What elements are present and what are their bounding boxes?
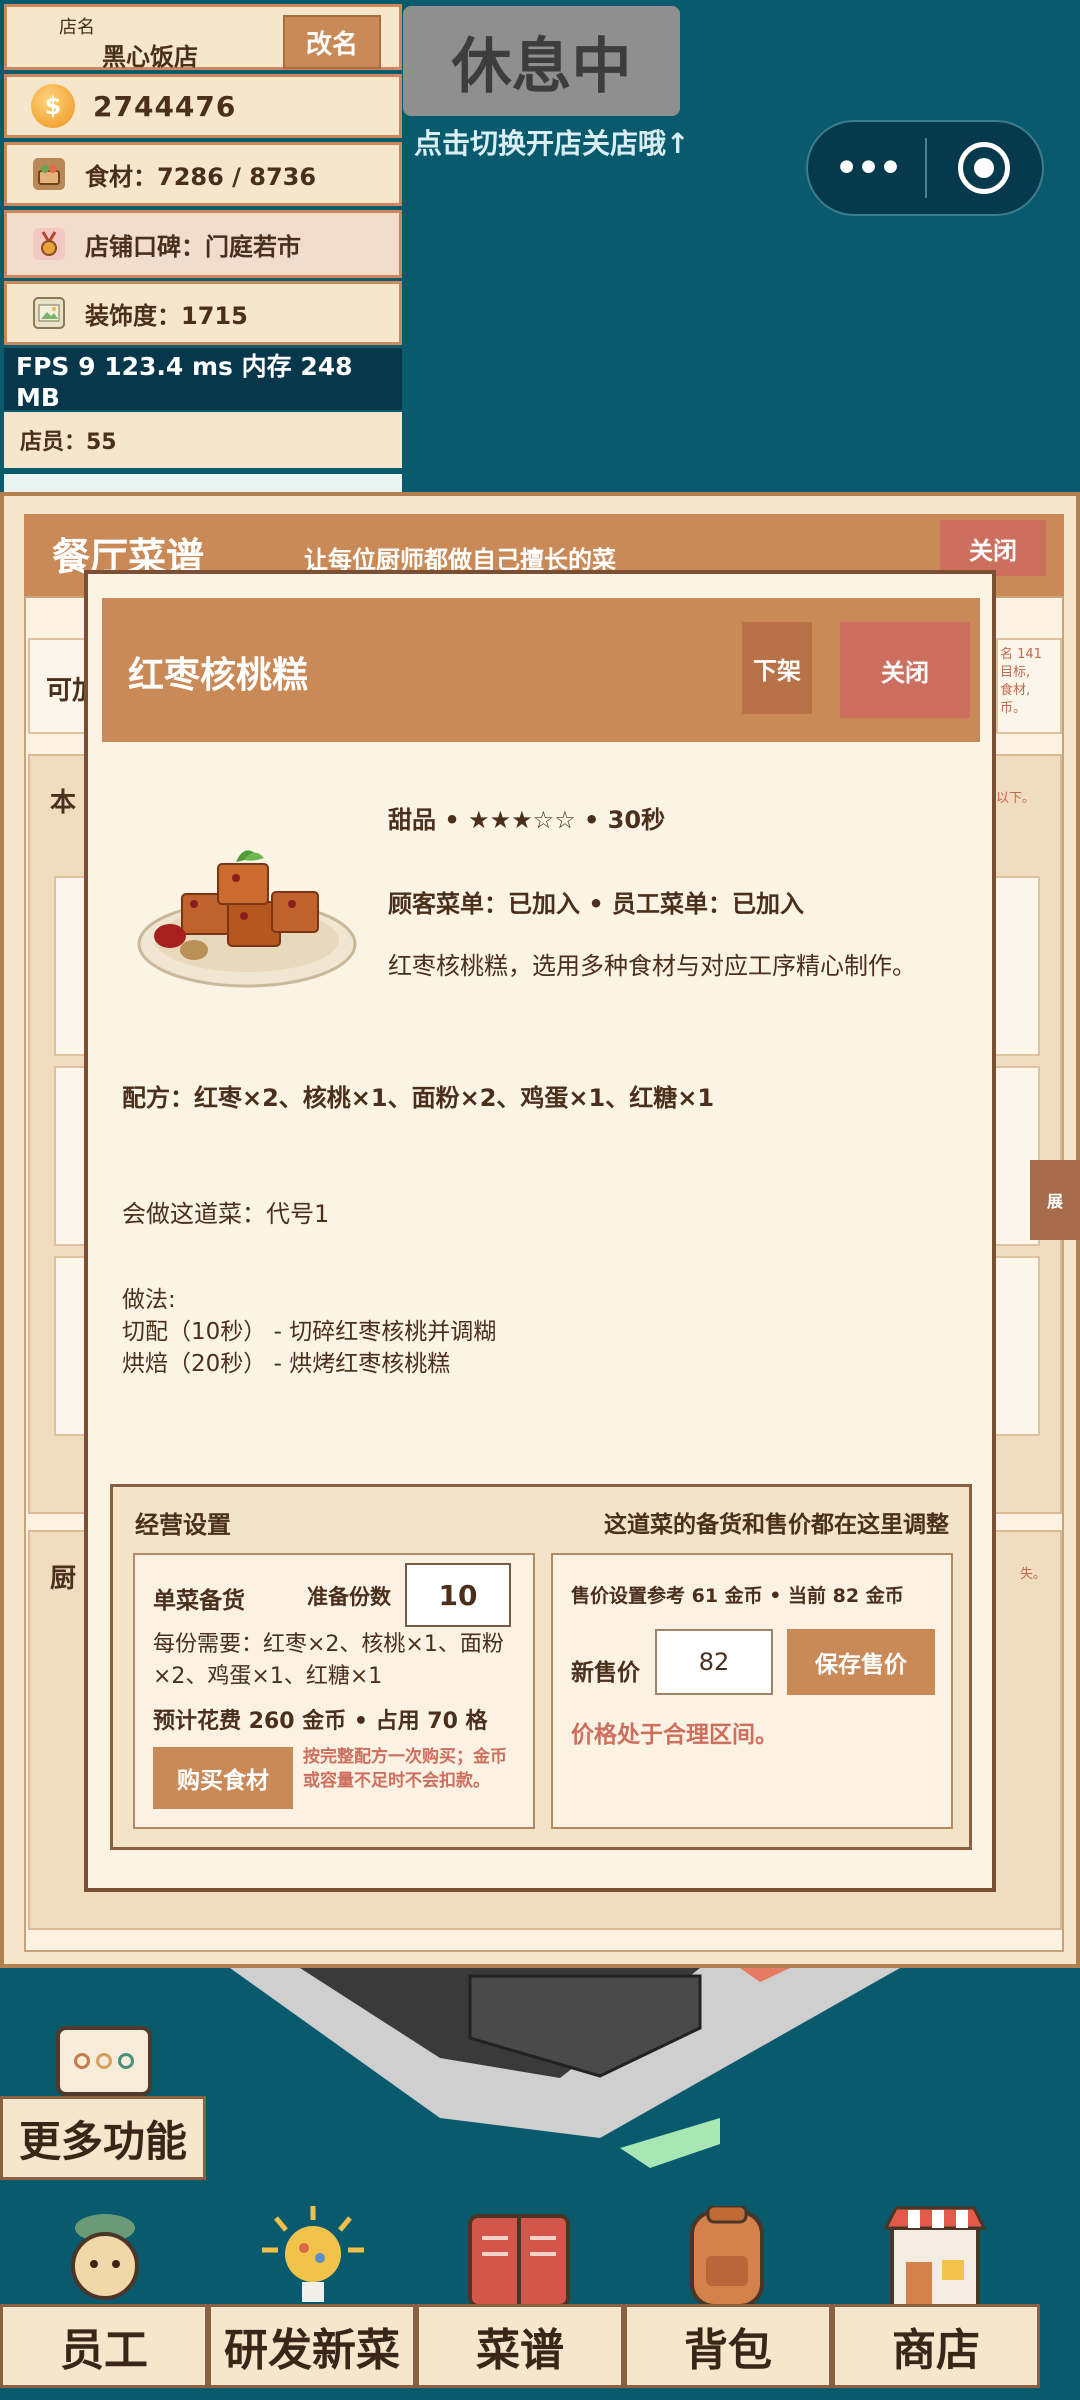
staff-count: 店员：55 xyxy=(4,412,402,468)
section-note: 以下。 xyxy=(996,791,1036,806)
section-label: 本 xyxy=(50,788,77,818)
business-settings-title: 经营设置 xyxy=(135,1511,231,1539)
buy-note: 按完整配方一次购买；金币或容量不足时不会扣款。 xyxy=(303,1747,507,1791)
picture-icon xyxy=(33,297,65,329)
dish-image xyxy=(132,824,362,994)
rename-button[interactable]: 改名 xyxy=(283,15,381,69)
more-functions-icon[interactable] xyxy=(56,2026,152,2096)
unlist-dish-button[interactable]: 下架 xyxy=(742,622,812,714)
decoration-score: 装饰度：1715 xyxy=(85,301,248,330)
more-functions-button[interactable]: 更多功能 xyxy=(0,2096,206,2180)
reputation: 店铺口碑：门庭若市 xyxy=(85,232,301,261)
quantity-input[interactable]: 10 xyxy=(405,1563,511,1627)
dish-detail-close-button[interactable]: 关闭 xyxy=(840,622,970,718)
dish-cooks: 会做这道菜：代号1 xyxy=(122,1200,330,1228)
new-price-label: 新售价 xyxy=(571,1660,640,1686)
nav-research-button[interactable]: 研发新菜 xyxy=(208,2304,416,2388)
dish-menu-status: 顾客菜单：已加入 • 员工菜单：已加入 xyxy=(388,890,805,918)
quantity-label: 准备份数 xyxy=(307,1585,391,1609)
nav-recipes-button[interactable]: 菜谱 xyxy=(416,2304,624,2388)
nav-shop-button[interactable]: 商店 xyxy=(832,2304,1040,2388)
method-title: 做法: xyxy=(122,1287,176,1313)
dish-recipe: 配方：红枣×2、核桃×1、面粉×2、鸡蛋×1、红糖×1 xyxy=(122,1084,715,1112)
food-capacity: 食材：7286 / 8736 xyxy=(85,162,317,191)
coin-balance: 2744476 xyxy=(93,89,237,123)
fps-overlay: FPS 9 123.4 ms 内存 248 MB xyxy=(4,348,402,412)
exit-miniprogram-button[interactable] xyxy=(927,122,1042,214)
open-close-toggle-button[interactable]: 休息中 xyxy=(403,6,680,116)
price-reference: 售价设置参考 61 金币 • 当前 82 金币 xyxy=(571,1585,904,1607)
expand-side-panel-button[interactable]: 展 xyxy=(1030,1160,1080,1240)
store-name-row: 店名 黑心饭店 改名 xyxy=(4,4,402,71)
dish-detail-header: 红枣核桃糕 下架 关闭 xyxy=(102,598,980,742)
nav-backpack-button[interactable]: 背包 xyxy=(624,2304,832,2388)
save-price-button[interactable]: 保存售价 xyxy=(787,1629,935,1695)
dish-detail-dialog: 红枣核桃糕 下架 关闭 甜品 • ★★★☆☆ • 30秒 顾客菜单：已加入 • … xyxy=(84,570,996,1892)
food-row: 食材：7286 / 8736 xyxy=(4,142,402,206)
bottom-nav: 员工 研发新菜 菜谱 背包 商店 xyxy=(0,2304,1044,2388)
estimated-cost: 预计花费 260 金币 • 占用 70 格 xyxy=(153,1709,488,1734)
method-step: 切配（10秒） - 切碎红枣核桃并调糊 xyxy=(122,1319,497,1345)
stock-title: 单菜备货 xyxy=(153,1588,245,1614)
business-settings-hint: 这道菜的备货和售价都在这里调整 xyxy=(604,1512,949,1538)
target-icon xyxy=(958,142,1011,194)
recipe-dialog-close-button[interactable]: 关闭 xyxy=(940,520,1046,576)
backpack-icon[interactable] xyxy=(672,2206,782,2306)
per-portion-ingredients: 每份需要：红枣×2、核桃×1、面粉×2、鸡蛋×1、红糖×1 xyxy=(153,1632,504,1689)
section-note: 失。 xyxy=(1020,1567,1047,1582)
shop-icon[interactable] xyxy=(880,2206,990,2306)
medal-icon xyxy=(33,228,65,260)
reputation-row: 店铺口碑：门庭若市 xyxy=(4,210,402,278)
food-basket-icon xyxy=(33,158,65,190)
dish-title: 红枣核桃糕 xyxy=(128,655,309,696)
lightbulb-icon[interactable] xyxy=(258,2206,368,2306)
price-panel: 售价设置参考 61 金币 • 当前 82 金币 新售价 82 保存售价 价格处于… xyxy=(551,1553,953,1829)
section-note: 名 141 目标, 食材, 币。 xyxy=(1000,647,1042,716)
store-name: 黑心饭店 xyxy=(102,43,198,71)
section-label: 厨 xyxy=(50,1564,77,1594)
miniprogram-capsule: ••• xyxy=(806,120,1044,216)
price-status: 价格处于合理区间。 xyxy=(571,1722,778,1748)
buy-ingredients-button[interactable]: 购买食材 xyxy=(153,1747,293,1809)
more-options-icon[interactable]: ••• xyxy=(808,122,925,214)
method-step: 烘焙（20秒） - 烘烤红枣核桃糕 xyxy=(122,1351,451,1377)
open-close-hint: 点击切换开店关店哦↑ xyxy=(414,127,690,160)
business-settings: 经营设置 这道菜的备货和售价都在这里调整 单菜备货 准备份数 10 每份需要：红… xyxy=(110,1484,972,1850)
coins-row: $ 2744476 xyxy=(4,74,402,138)
store-name-label: 店名 xyxy=(59,17,95,38)
nav-staff-button[interactable]: 员工 xyxy=(0,2304,208,2388)
dish-method: 做法: 切配（10秒） - 切碎红枣核桃并调糊 烘焙（20秒） - 烘烤红枣核桃… xyxy=(122,1284,496,1380)
dish-category-rating-time: 甜品 • ★★★☆☆ • 30秒 xyxy=(388,806,666,834)
recipe-book-icon[interactable] xyxy=(464,2206,574,2306)
staff-icon[interactable] xyxy=(50,2206,160,2306)
new-price-input[interactable]: 82 xyxy=(655,1629,773,1695)
recipe-section-note: 名 141 目标, 食材, 币。 xyxy=(996,638,1062,734)
dish-description: 红枣核桃糕，选用多种食材与对应工序精心制作。 xyxy=(388,952,916,980)
stock-panel: 单菜备货 准备份数 10 每份需要：红枣×2、核桃×1、面粉×2、鸡蛋×1、红糖… xyxy=(133,1553,535,1829)
decoration-row: 装饰度：1715 xyxy=(4,281,402,345)
coin-icon: $ xyxy=(31,84,75,128)
